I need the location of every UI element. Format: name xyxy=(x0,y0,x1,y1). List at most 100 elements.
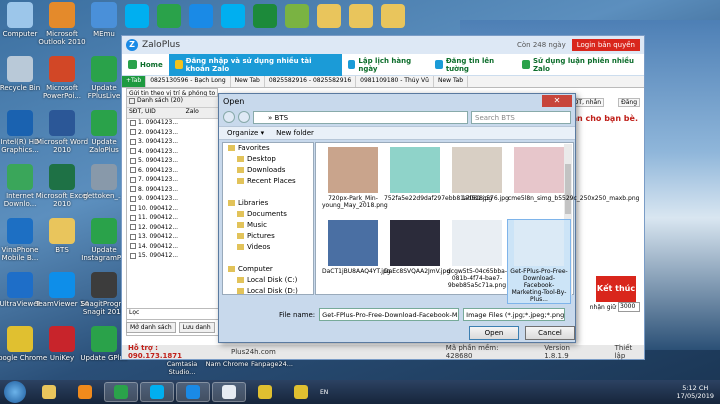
nav-item[interactable]: Computer xyxy=(223,264,313,275)
stop-button[interactable]: Kết thúc xyxy=(596,276,636,302)
row-checkbox[interactable] xyxy=(130,243,136,249)
top-desktop-icon[interactable] xyxy=(189,4,213,28)
row-phone: 10. 090412... xyxy=(138,204,179,212)
nav-item[interactable]: Music xyxy=(223,220,313,231)
taskbar-app[interactable] xyxy=(68,382,102,402)
site-link[interactable]: Plus24h.com xyxy=(231,348,276,356)
nav-item[interactable]: Downloads xyxy=(223,165,313,176)
taskbar-app[interactable] xyxy=(176,382,210,402)
save-list-button[interactable]: Lưu danh xyxy=(178,322,215,333)
select-all-checkbox[interactable] xyxy=(129,97,135,104)
row-checkbox[interactable] xyxy=(130,167,136,173)
forward-button[interactable] xyxy=(238,111,250,123)
row-checkbox[interactable] xyxy=(130,129,136,135)
nav-folder-icon xyxy=(237,167,244,173)
account-tab[interactable]: New Tab xyxy=(231,76,265,87)
ultraviewer-icon xyxy=(7,272,33,298)
menu-item[interactable]: Đăng tin lên tường xyxy=(429,54,516,76)
nav-item[interactable]: Local Disk (C:) xyxy=(223,275,313,286)
top-desktop-icon[interactable] xyxy=(381,4,405,28)
top-desktop-icon[interactable] xyxy=(285,4,309,28)
file-item[interactable]: 752fa5e22d9daf297ebb81ad518c576.jpg xyxy=(384,147,509,202)
account-tab[interactable]: +Tab xyxy=(122,76,147,87)
nav-item[interactable]: Recent Places xyxy=(223,176,313,187)
nav-item[interactable]: Documents xyxy=(223,209,313,220)
taskbar-app[interactable] xyxy=(104,382,138,402)
account-tab[interactable]: New Tab xyxy=(434,76,469,87)
settings-link[interactable]: Thiết lập xyxy=(615,344,644,360)
row-checkbox[interactable] xyxy=(130,205,136,211)
clock-date: 17/05/2019 xyxy=(676,392,714,400)
language-indicator[interactable]: EN xyxy=(320,389,328,396)
file-item[interactable]: dcgw5t5-04c65bba-081b-4f74-bae7-9beb85a5… xyxy=(446,220,508,289)
start-button[interactable] xyxy=(4,381,26,403)
row-checkbox[interactable] xyxy=(130,186,136,192)
nav-item[interactable]: Favorites xyxy=(223,143,313,154)
row-checkbox[interactable] xyxy=(130,224,136,230)
menu-item[interactable]: Lập lịch hàng ngày xyxy=(342,54,429,76)
top-desktop-icon[interactable] xyxy=(317,4,341,28)
menu-item[interactable]: Sử dụng luận phiên nhiều Zalo xyxy=(516,54,644,76)
menu-item-label: Home xyxy=(140,60,163,69)
row-checkbox[interactable] xyxy=(130,176,136,183)
account-tab[interactable]: 0825130596 - Bạch Long xyxy=(146,76,231,87)
row-checkbox[interactable] xyxy=(130,138,136,145)
file-item[interactable]: DaCT1jBU8AAQ4YT.jpg xyxy=(322,220,391,275)
taskbar-app[interactable] xyxy=(248,382,282,402)
desktop-shortcut-label[interactable]: Fanpage24... xyxy=(250,360,294,368)
path-breadcrumb[interactable]: » BTS xyxy=(253,110,468,124)
right-tab-dang[interactable]: Đăng xyxy=(618,98,640,107)
row-checkbox[interactable] xyxy=(130,148,136,154)
top-desktop-icon[interactable] xyxy=(253,4,277,28)
taskbar-app[interactable] xyxy=(284,382,318,402)
file-item[interactable]: cme5l8n_simg_b5529c_250x250_maxb.png xyxy=(508,147,639,202)
open-list-button[interactable]: Mở danh sách xyxy=(126,322,176,333)
row-checkbox[interactable] xyxy=(130,119,136,126)
file-item[interactable]: DaEc8SVQAA2JmV.jpg xyxy=(384,220,450,275)
nav-item[interactable]: Videos xyxy=(223,242,313,253)
account-tab[interactable]: 0825582916 - 0825582916 xyxy=(265,76,357,87)
cancel-button[interactable]: Cancel xyxy=(525,326,575,340)
desktop-shortcut-label[interactable]: Camtasia Studio... xyxy=(160,360,204,376)
nav-item[interactable]: Pictures xyxy=(223,231,313,242)
nav-item[interactable]: Local Disk (D:) xyxy=(223,286,313,297)
row-phone: 5. 0904123... xyxy=(138,157,179,164)
top-desktop-icon[interactable] xyxy=(221,4,245,28)
file-name-input[interactable]: Get-FPlus-Pro-Free-Download-Facebook-Ma xyxy=(319,308,460,321)
account-tab[interactable]: 0981109180 - Thủy Vũ xyxy=(356,76,434,87)
file-type-select[interactable]: Image Files (*.jpg;*.jpeg;*.png;* xyxy=(463,308,566,321)
nav-item[interactable]: Libraries xyxy=(223,198,313,209)
file-item[interactable]: Get-FPlus-Pro-Free-Download-Facebook-Mar… xyxy=(507,219,571,304)
top-desktop-icon[interactable] xyxy=(125,4,149,28)
menu-item[interactable]: Home xyxy=(122,54,169,76)
path-root: » xyxy=(268,113,273,122)
explorer-icon xyxy=(42,385,56,399)
search-input[interactable]: Search BTS xyxy=(471,110,571,124)
desktop-shortcut-label[interactable]: Nam Chrome xyxy=(205,360,249,368)
back-button[interactable] xyxy=(223,111,235,123)
top-desktop-icon[interactable] xyxy=(157,4,181,28)
taskbar-app[interactable] xyxy=(140,382,174,402)
skype-icon xyxy=(150,385,164,399)
row-checkbox[interactable] xyxy=(130,195,136,202)
top-desktop-icon[interactable] xyxy=(349,4,373,28)
wait-input[interactable]: 3000 xyxy=(618,302,640,312)
dialog-close-button[interactable]: ✕ xyxy=(542,95,572,107)
taskbar-app[interactable] xyxy=(212,382,246,402)
row-phone: 13. 090412... xyxy=(138,233,179,240)
nav-item[interactable]: Desktop xyxy=(223,154,313,165)
menu-item[interactable]: Đăng nhập và sử dụng nhiều tài khoản Zal… xyxy=(168,53,342,76)
taskbar-app[interactable] xyxy=(32,382,66,402)
row-checkbox[interactable] xyxy=(130,157,136,164)
row-checkbox[interactable] xyxy=(130,252,136,259)
file-item[interactable]: 17081.jpg xyxy=(446,147,508,202)
organize-menu[interactable]: Organize ▾ xyxy=(227,129,264,137)
file-item[interactable]: 720px-Park_Min-young_May_2018.png xyxy=(322,147,388,209)
row-checkbox[interactable] xyxy=(130,233,136,240)
path-folder[interactable]: BTS xyxy=(275,114,289,122)
new-folder-button[interactable]: New folder xyxy=(276,129,314,137)
row-checkbox[interactable] xyxy=(130,214,136,221)
clock[interactable]: 5:12 CH 17/05/2019 xyxy=(677,384,714,400)
license-login-button[interactable]: Login bản quyền xyxy=(571,39,640,51)
open-button[interactable]: Open xyxy=(469,326,519,340)
